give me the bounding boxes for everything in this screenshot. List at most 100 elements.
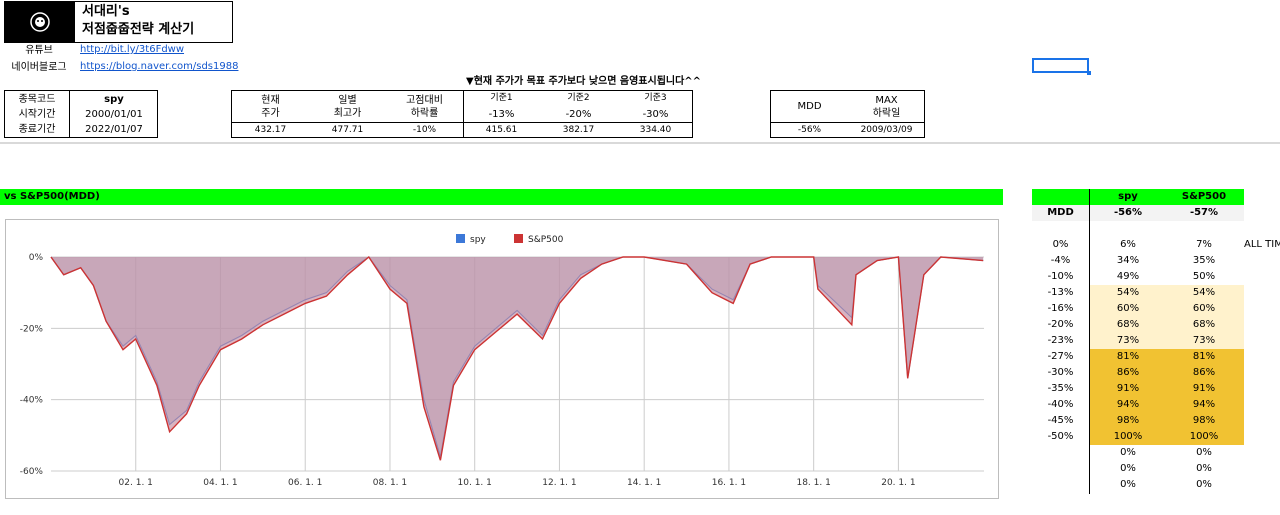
side-sp500-cell: 0% xyxy=(1196,479,1212,490)
side-level-cell: -16% xyxy=(1047,303,1074,314)
chart-banner: vs S&P500(MDD) xyxy=(0,189,1003,205)
side-mdd-sp500: -57% xyxy=(1189,207,1219,218)
side-level-cell: -23% xyxy=(1047,335,1074,346)
current-price-value: 432.17 xyxy=(254,125,287,135)
side-sp500-cell: 81% xyxy=(1192,351,1216,362)
drawdown-chart[interactable]: 0% -20% -40% -60% 02. 1. 1 04. 1. 1 06. 1. 1 08… xyxy=(5,219,999,499)
x-tick-label: 02. 1. 1 xyxy=(119,478,153,488)
side-spy-cell: 86% xyxy=(1116,367,1140,378)
side-level-cell: 0% xyxy=(1052,239,1069,250)
x-tick-label: 10. 1. 1 xyxy=(458,478,492,488)
side-sp500-cell: 98% xyxy=(1192,415,1216,426)
x-tick-label: 08. 1. 1 xyxy=(373,478,407,488)
side-level-cell: -13% xyxy=(1047,287,1074,298)
current-price-header: 현재 주가 xyxy=(261,95,280,119)
side-sp500-cell: 54% xyxy=(1192,287,1216,298)
x-tick-label: 16. 1. 1 xyxy=(712,478,746,488)
base1-value: 415.61 xyxy=(485,125,518,135)
side-header-sp500: S&P500 xyxy=(1181,191,1227,202)
side-mdd-label: MDD xyxy=(1047,207,1074,218)
legend-swatch-spy xyxy=(456,234,465,243)
drop-rate-value: -10% xyxy=(412,125,437,135)
side-spy-cell: 6% xyxy=(1120,239,1136,250)
side-spy-cell: 0% xyxy=(1120,463,1136,474)
drawdown-chart-svg: 0% -20% -40% -60% 02. 1. 1 04. 1. 1 06. 1. 1 08… xyxy=(20,234,984,488)
side-level-cell: -30% xyxy=(1047,367,1074,378)
side-level-cell: -35% xyxy=(1047,383,1074,394)
price-table: 현재 주가 일별 최고가 고점대비 하락률 기준1 기준2 기준3 -13% -20%… xyxy=(231,90,693,138)
blog-link[interactable]: https://blog.naver.com/sds1988 xyxy=(80,61,238,72)
title-box: 서대리's 저점줍줍전략 계산기 xyxy=(4,1,233,43)
start-date-value[interactable]: 2000/01/01 xyxy=(71,108,157,121)
side-spy-cell: 68% xyxy=(1116,319,1140,330)
logo-block xyxy=(5,2,75,42)
selected-cell[interactable] xyxy=(1032,58,1089,73)
mdd-table: MDD MAX 하락일 -56% 2009/03/09 xyxy=(770,90,925,138)
blog-label: 네이버블로그 xyxy=(11,62,67,73)
side-spy-cell: 98% xyxy=(1116,415,1140,426)
base1-header: 기준1 xyxy=(490,93,513,103)
side-sp500-cell: 73% xyxy=(1192,335,1216,346)
side-spy-cell: 0% xyxy=(1120,447,1136,458)
mdd-header: MDD xyxy=(797,101,822,112)
side-level-cell: -50% xyxy=(1047,431,1074,442)
side-sp500-cell: 94% xyxy=(1192,399,1216,410)
side-spy-cell: 81% xyxy=(1116,351,1140,362)
base3-value: 334.40 xyxy=(639,125,672,135)
side-spy-cell: 60% xyxy=(1116,303,1140,314)
x-tick-label: 18. 1. 1 xyxy=(796,478,830,488)
sheet-separator xyxy=(0,142,1280,144)
side-spy-cell: 73% xyxy=(1116,335,1140,346)
y-tick-label: -60% xyxy=(20,467,44,477)
side-sp500-cell: 35% xyxy=(1192,255,1216,266)
youtube-label: 유튜브 xyxy=(25,45,53,56)
info-table: 종목코드 spy 시작기간 2000/01/01 종료기간 2022/01/07 xyxy=(4,90,158,138)
side-level-cell: -27% xyxy=(1047,351,1074,362)
side-spy-cell: 100% xyxy=(1113,431,1143,442)
x-tick-label: 14. 1. 1 xyxy=(627,478,661,488)
selection-handle[interactable] xyxy=(1087,71,1091,75)
side-header-spy: spy xyxy=(1118,191,1138,202)
side-sp500-cell: 7% xyxy=(1196,239,1212,250)
base1-pct[interactable]: -13% xyxy=(463,108,540,121)
all-time-label: ALL TIM xyxy=(1244,239,1280,250)
side-sp500-cell: 50% xyxy=(1192,271,1216,282)
series-area-S&P500 xyxy=(51,257,984,461)
youtube-link[interactable]: http://bit.ly/3t6Fdww xyxy=(80,44,184,55)
daily-high-header: 일별 최고가 xyxy=(333,95,362,119)
face-emblem-icon xyxy=(30,12,50,32)
base3-pct[interactable]: -30% xyxy=(617,108,694,121)
side-level-cell: -4% xyxy=(1050,255,1071,266)
side-spy-cell: 34% xyxy=(1116,255,1140,266)
max-date-value: 2009/03/09 xyxy=(860,125,913,135)
y-tick-label: -20% xyxy=(20,324,44,334)
side-sp500-cell: 0% xyxy=(1196,447,1212,458)
price-row-divider xyxy=(232,122,692,123)
side-sp500-cell: 68% xyxy=(1192,319,1216,330)
side-spy-cell: 49% xyxy=(1116,271,1140,282)
side-sp500-cell: 100% xyxy=(1189,431,1219,442)
base3-header: 기준3 xyxy=(644,93,667,103)
y-tick-label: 0% xyxy=(29,253,44,263)
side-level-cell: -45% xyxy=(1047,415,1074,426)
info-divider xyxy=(69,91,70,137)
end-date-value[interactable]: 2022/01/07 xyxy=(71,123,157,136)
stock-code-label: 종목코드 xyxy=(18,94,56,105)
y-tick-label: -40% xyxy=(20,396,44,406)
mdd-value: -56% xyxy=(797,125,822,135)
legend-swatch-S&P500 xyxy=(514,234,523,243)
stock-code-value[interactable]: spy xyxy=(71,93,157,106)
side-sp500-cell: 91% xyxy=(1192,383,1216,394)
side-sp500-cell: 60% xyxy=(1192,303,1216,314)
end-date-label: 종료기간 xyxy=(18,124,56,135)
side-sp500-cell: 86% xyxy=(1192,367,1216,378)
base2-pct[interactable]: -20% xyxy=(540,108,617,121)
side-level-cell: -40% xyxy=(1047,399,1074,410)
base2-value: 382.17 xyxy=(562,125,595,135)
max-date-header: MAX 하락일 xyxy=(872,95,901,119)
start-date-label: 시작기간 xyxy=(18,109,56,120)
side-level-cell: -20% xyxy=(1047,319,1074,330)
legend-label-spy: spy xyxy=(470,235,486,245)
x-tick-label: 04. 1. 1 xyxy=(203,478,237,488)
side-table: spy S&P500 MDD -56% -57% 0% 6% 7% -4% 34% 35%… xyxy=(1032,189,1280,499)
